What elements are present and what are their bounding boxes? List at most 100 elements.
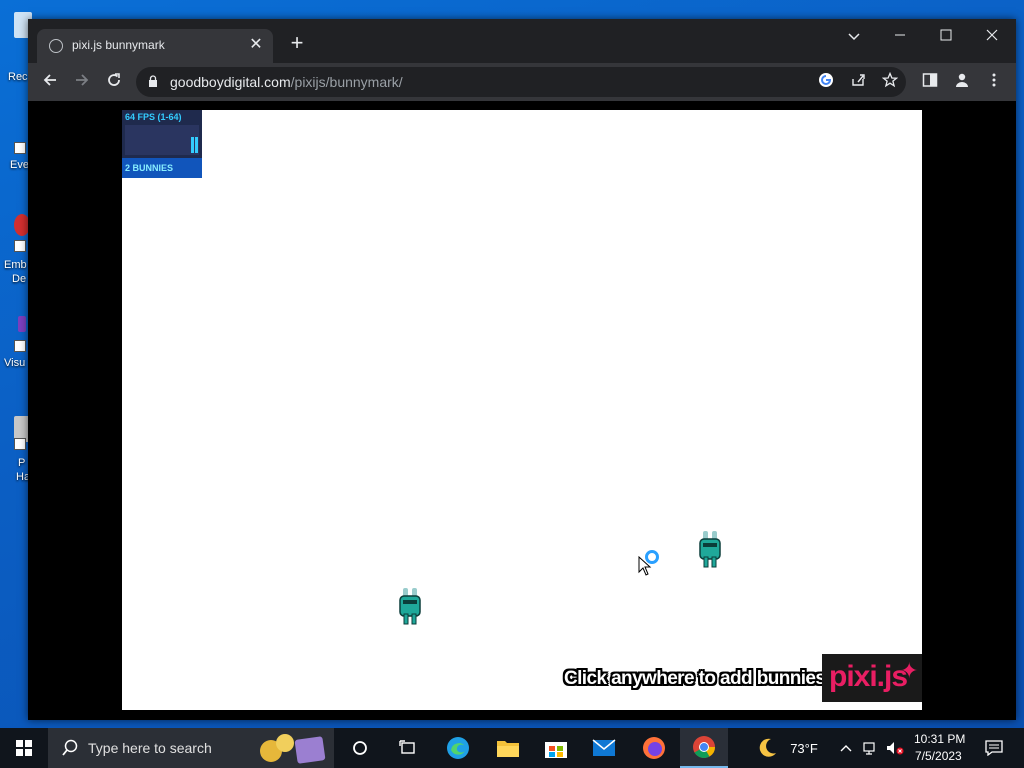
tab-search-button[interactable] [840,25,868,47]
fps-graph-bar [191,137,194,153]
weather-widget[interactable]: 73°F [752,728,822,768]
volume-muted-icon [887,742,904,755]
network-button[interactable] [860,728,882,768]
volume-button[interactable] [884,728,906,768]
shortcut-icon [14,240,26,252]
search-icon [62,739,78,756]
desktop-icon-label-line2: De [12,273,27,285]
taskbar-file-explorer[interactable] [484,728,532,768]
clock-time: 10:31 PM [914,732,966,746]
taskbar-chrome[interactable] [680,728,728,768]
search-highlight-icon [260,732,326,764]
close-window-button[interactable] [978,25,1006,47]
desktop-icon-p[interactable]: P Ha [0,414,32,484]
profile-button[interactable] [950,70,974,94]
desktop-icon-emb[interactable]: Emb De [0,212,30,288]
side-panel-button[interactable] [918,70,942,94]
task-view-button[interactable] [384,728,432,768]
bookmark-button[interactable] [880,71,900,92]
tab-title: pixi.js bunnymark [72,38,165,52]
store-icon [545,742,567,758]
search-placeholder: Type here to search [88,740,212,756]
bunny-sprite [399,588,421,625]
network-icon [863,742,875,755]
reload-button[interactable] [102,70,126,94]
browser-toolbar: goodboydigital.com/pixijs/bunnymark/ [28,63,1016,101]
logo-text: pixi.js [829,660,908,693]
url-path: /pixijs/bunnymark/ [290,74,403,90]
desktop-icon-label: Emb [4,259,27,271]
desktop-icon-visual[interactable]: Visu [0,314,30,370]
mail-icon [592,739,616,756]
fps-graph [125,125,199,155]
url-host: goodboydigital.com [170,74,291,90]
add-bunnies-prompt: Click anywhere to add bunnies! [564,668,832,689]
show-hidden-icons-button[interactable] [834,728,858,768]
stats-panel: 64 FPS (1-64) 2 BUNNIES [122,110,202,178]
chrome-icon [693,736,715,758]
taskbar-store[interactable] [532,728,580,768]
cortana-button[interactable] [336,728,384,768]
taskbar-edge[interactable] [434,728,482,768]
folder-icon [497,741,519,757]
taskbar: Type here to search 73°F 10:31 PM 7/5/20… [0,728,1024,768]
shortcut-icon [14,340,26,352]
minimize-button[interactable] [886,25,914,47]
taskbar-mail[interactable] [580,728,628,768]
globe-icon [49,39,63,53]
desktop-icon-label: P [18,457,26,469]
maximize-button[interactable] [932,25,960,47]
bunny-count-label: 2 BUNNIES [125,163,174,173]
fps-meter: 64 FPS (1-64) [122,110,202,158]
address-bar[interactable]: goodboydigital.com/pixijs/bunnymark/ [136,67,906,97]
logo-star-icon: ✦ [900,658,918,683]
mouse-cursor-icon [638,556,652,576]
desktop-icon-eve[interactable]: Eve [0,120,30,176]
desktop-icon-label: Eve [10,159,29,171]
desktop-icon-label: Visu [4,357,26,369]
kebab-menu-icon [992,73,996,87]
fps-graph-bar [195,137,198,153]
taskbar-search-box[interactable]: Type here to search [48,728,334,768]
task-view-icon [399,740,415,754]
arrow-right-icon [76,74,89,86]
clock[interactable]: 10:31 PM 7/5/2023 [908,728,972,768]
side-panel-icon [922,73,938,87]
pixijs-logo: pixi.js ✦ [822,654,922,702]
start-button[interactable] [0,728,48,768]
reload-icon [108,73,120,86]
menu-button[interactable] [982,70,1006,94]
action-center-button[interactable] [976,728,1012,768]
fps-label: 64 FPS (1-64) [125,112,182,122]
forward-button[interactable] [70,70,94,94]
back-button[interactable] [38,70,62,94]
page-viewport: 64 FPS (1-64) 2 BUNNIES Click anywhere t… [28,101,1016,720]
cortana-icon [353,741,367,755]
tab-pixijs-bunnymark[interactable]: pixi.js bunnymark ✕ [37,29,273,63]
google-lens-button[interactable] [816,72,836,92]
desktop-icon-recycle-bin[interactable]: Rec [0,10,32,83]
firefox-icon [643,737,665,759]
chevron-up-icon [840,745,852,752]
close-icon [986,29,998,41]
url-text: goodboydigital.com/pixijs/bunnymark/ [170,74,403,90]
tab-close-button[interactable]: ✕ [247,37,265,55]
lock-icon [149,75,157,87]
shortcut-icon [14,438,26,450]
clock-date: 7/5/2023 [915,749,962,763]
minimize-icon [895,34,905,36]
chevron-down-icon [848,33,860,41]
profile-icon [956,73,968,87]
share-button[interactable] [848,72,868,92]
notification-icon [985,740,1003,756]
new-tab-button[interactable]: + [286,32,308,55]
desktop-icon-label: Rec [8,71,28,83]
star-icon [881,71,899,88]
moon-icon [759,738,777,757]
bunnymark-canvas[interactable]: 64 FPS (1-64) 2 BUNNIES Click anywhere t… [122,110,922,710]
share-icon [852,74,865,86]
bunny-sprite [699,531,721,568]
maximize-icon [940,29,952,41]
taskbar-firefox[interactable] [630,728,678,768]
edge-icon [447,737,469,759]
